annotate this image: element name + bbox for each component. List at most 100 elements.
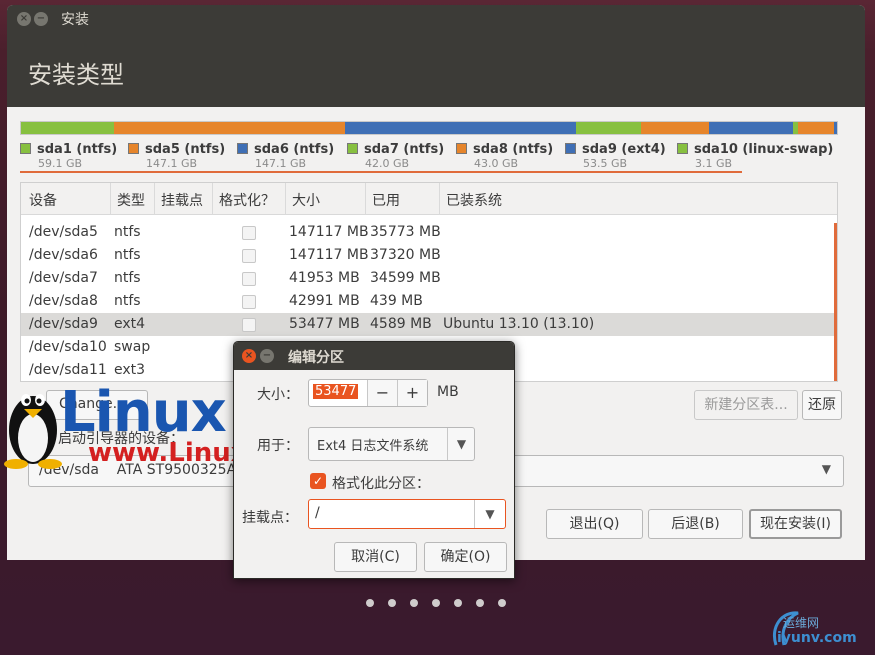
cell-type: ext3 xyxy=(114,362,146,378)
install-now-button[interactable]: 现在安装(I) xyxy=(749,509,842,539)
quit-button[interactable]: 退出(Q) xyxy=(546,509,643,539)
cell-device: /dev/sda5 xyxy=(29,224,98,240)
table-scrollbar[interactable] xyxy=(834,223,837,381)
new-partition-table-button[interactable]: 新建分区表... xyxy=(694,390,798,420)
decrease-size-button[interactable]: − xyxy=(367,380,397,406)
cell-used: 4589 MB xyxy=(370,316,432,332)
legend-item: sda9 (ext4) 53.5 GB xyxy=(565,142,666,170)
cell-type: ntfs xyxy=(114,270,141,286)
tux-penguin-icon xyxy=(4,394,62,469)
progress-dot xyxy=(432,599,440,607)
cell-device: /dev/sda10 xyxy=(29,339,107,355)
legend-size: 147.1 GB xyxy=(255,157,307,170)
size-label: 大小： xyxy=(257,387,299,403)
mount-point-combo[interactable]: / ▼ xyxy=(308,499,506,529)
partition-bar-segment xyxy=(113,122,345,134)
partition-bar-segment xyxy=(344,122,576,134)
format-checkbox[interactable] xyxy=(242,272,256,286)
progress-dot xyxy=(498,599,506,607)
dialog-title-bar: × − 编辑分区 xyxy=(234,342,514,370)
partition-bar-segment xyxy=(641,122,709,134)
back-button[interactable]: 后退(B) xyxy=(648,509,743,539)
legend-item: sda1 (ntfs) 59.1 GB xyxy=(20,142,117,170)
cell-used: 439 MB xyxy=(370,293,423,309)
legend-swatch xyxy=(565,143,576,154)
cell-device: /dev/sda9 xyxy=(29,316,98,332)
cell-size: 147117 MB xyxy=(289,247,369,263)
progress-dot xyxy=(454,599,462,607)
legend-size: 43.0 GB xyxy=(474,157,519,170)
table-row[interactable]: /dev/sda5 ntfs 147117 MB 35773 MB xyxy=(21,221,837,244)
col-format[interactable]: 格式化？ xyxy=(219,190,275,210)
table-row[interactable]: /dev/sda9 ext4 53477 MB 4589 MB Ubuntu 13.10… xyxy=(21,313,837,336)
size-spinner[interactable]: 53477 − + xyxy=(308,379,428,407)
table-row[interactable]: /dev/sda6 ntfs 147117 MB 37320 MB xyxy=(21,244,837,267)
window-title: 安装 xyxy=(61,12,89,28)
format-checkbox[interactable] xyxy=(242,249,256,263)
progress-dot xyxy=(410,599,418,607)
watermark-site2-cn: 运维网 xyxy=(783,616,820,630)
legend-swatch xyxy=(456,143,467,154)
col-mount[interactable]: 挂载点 xyxy=(161,190,203,210)
col-size[interactable]: 大小 xyxy=(292,190,320,210)
legend-item: sda10 (linux-swap) 3.1 GB xyxy=(677,142,833,170)
mount-point-input[interactable]: / xyxy=(315,505,320,521)
dialog-title: 编辑分区 xyxy=(288,350,344,366)
close-icon[interactable]: × xyxy=(242,349,256,363)
watermark-brand: Linux xyxy=(60,380,227,445)
partition-bar-segment xyxy=(575,122,642,134)
format-checkbox[interactable] xyxy=(242,318,256,332)
use-as-value: Ext4 日志文件系统 xyxy=(317,439,429,454)
cell-type: swap xyxy=(114,339,151,355)
cell-type: ntfs xyxy=(114,224,141,240)
chevron-down-icon[interactable]: ▼ xyxy=(474,500,505,528)
progress-dot xyxy=(388,599,396,607)
format-checkbox[interactable] xyxy=(242,295,256,309)
cell-device: /dev/sda7 xyxy=(29,270,98,286)
legend-swatch xyxy=(128,143,139,154)
col-type[interactable]: 类型 xyxy=(117,190,145,210)
legend-item: sda6 (ntfs) 147.1 GB xyxy=(237,142,334,170)
format-checkbox[interactable] xyxy=(242,226,256,240)
table-header: 设备 类型 挂载点 格式化？ 大小 已用 已装系统 xyxy=(21,183,837,215)
legend-label: sda10 (linux-swap) xyxy=(694,142,834,157)
cell-type: ntfs xyxy=(114,247,141,263)
use-as-select[interactable]: Ext4 日志文件系统 ▼ xyxy=(308,427,475,461)
col-device[interactable]: 设备 xyxy=(29,190,57,210)
table-row[interactable]: /dev/sda7 ntfs 41953 MB 34599 MB xyxy=(21,267,837,290)
cancel-button[interactable]: 取消(C) xyxy=(334,542,417,572)
partition-bar-segment xyxy=(708,122,793,134)
partition-bar-segment xyxy=(797,122,834,134)
legend-scrollbar[interactable] xyxy=(20,171,742,173)
table-row[interactable]: /dev/sda8 ntfs 42991 MB 439 MB xyxy=(21,290,837,313)
cell-device: /dev/sda11 xyxy=(29,362,107,378)
minimize-icon[interactable]: − xyxy=(260,349,274,363)
legend-swatch xyxy=(677,143,688,154)
legend-label: sda8 (ntfs) xyxy=(473,142,554,157)
legend-label: sda5 (ntfs) xyxy=(145,142,226,157)
page-title: 安装类型 xyxy=(28,61,124,89)
increase-size-button[interactable]: + xyxy=(397,380,427,406)
legend-size: 42.0 GB xyxy=(365,157,410,170)
cell-size: 42991 MB xyxy=(289,293,360,309)
revert-button[interactable]: 还原 xyxy=(802,390,842,420)
cell-used: 37320 MB xyxy=(370,247,441,263)
legend-swatch xyxy=(237,143,248,154)
size-unit: MB xyxy=(437,384,459,400)
legend-swatch xyxy=(20,143,31,154)
size-input[interactable]: 53477 xyxy=(313,384,359,399)
cell-system: Ubuntu 13.10 (13.10) xyxy=(443,316,595,332)
format-partition-label[interactable]: 格式化此分区： xyxy=(332,473,430,493)
mount-point-label: 挂载点： xyxy=(242,510,298,526)
partition-bar xyxy=(20,121,838,135)
ok-button[interactable]: 确定(O) xyxy=(424,542,507,572)
watermark-site2-url: iyunv.com xyxy=(777,630,857,646)
progress-dot xyxy=(476,599,484,607)
minimize-icon[interactable]: − xyxy=(34,12,48,26)
close-icon[interactable]: × xyxy=(17,12,31,26)
col-used[interactable]: 已用 xyxy=(372,190,400,210)
col-system[interactable]: 已装系统 xyxy=(446,190,502,210)
cell-size: 147117 MB xyxy=(289,224,369,240)
legend-size: 3.1 GB xyxy=(695,157,733,170)
format-partition-checkbox[interactable]: ✓ xyxy=(310,473,326,489)
